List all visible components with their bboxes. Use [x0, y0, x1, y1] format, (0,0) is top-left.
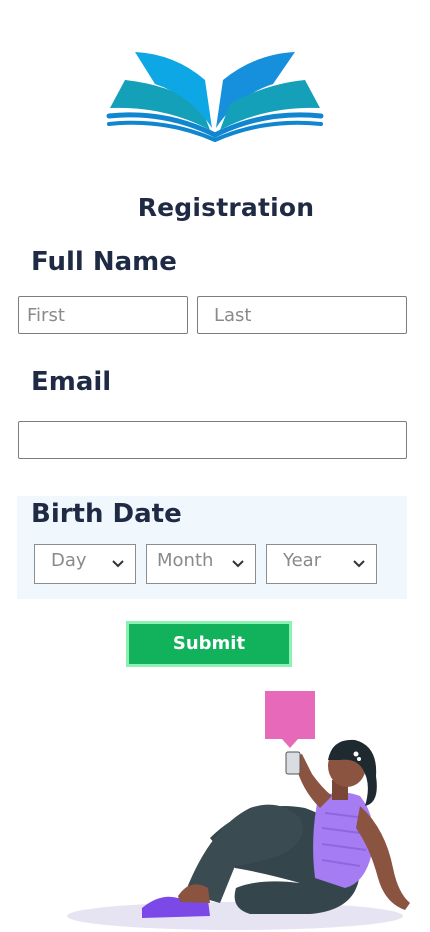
day-select[interactable]: Day: [34, 544, 136, 584]
last-name-input[interactable]: [197, 296, 407, 334]
open-book-logo-icon: [106, 52, 324, 143]
email-field[interactable]: [18, 421, 407, 459]
email-label: Email: [31, 367, 112, 397]
page-title: Registration: [137, 193, 315, 222]
chat-bubble-icon: [265, 691, 315, 748]
month-select-value: Month: [157, 550, 214, 571]
month-select[interactable]: Month: [146, 544, 256, 584]
birth-date-label: Birth Date: [31, 499, 182, 529]
year-select-value: Year: [283, 550, 322, 571]
chevron-down-icon: [112, 560, 124, 568]
chevron-down-icon: [353, 560, 365, 568]
year-select[interactable]: Year: [266, 544, 377, 584]
submit-button[interactable]: Submit: [126, 621, 292, 667]
day-select-value: Day: [51, 550, 87, 571]
first-name-input[interactable]: [18, 296, 188, 334]
chevron-down-icon: [232, 560, 244, 568]
full-name-label: Full Name: [31, 247, 177, 277]
woman-with-phone-illustration: [67, 691, 410, 930]
